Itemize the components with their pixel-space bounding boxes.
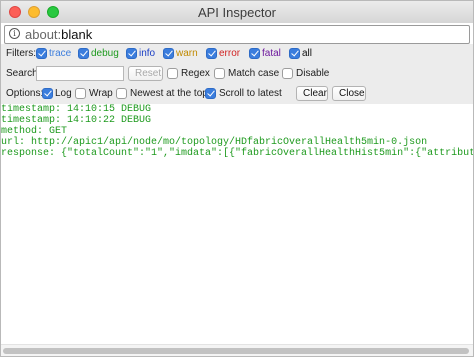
wrap-checkbox[interactable] bbox=[75, 88, 86, 99]
log-line: url: http://apic1/api/node/mo/topology/H… bbox=[1, 137, 428, 148]
horizontal-scrollbar[interactable] bbox=[1, 344, 473, 356]
warn-label: warn bbox=[176, 48, 198, 59]
log-line: method: GET bbox=[1, 126, 68, 137]
disable-checkbox[interactable] bbox=[282, 68, 293, 79]
log-line: response: {"totalCount":"1","imdata":[{"… bbox=[1, 148, 473, 159]
window-title: API Inspector bbox=[197, 5, 277, 20]
scroll-to-latest-label: Scroll to latest bbox=[219, 88, 282, 99]
newest-at-top-label: Newest at the top bbox=[130, 88, 208, 99]
disable-label: Disable bbox=[296, 68, 330, 79]
all-checkbox[interactable] bbox=[289, 48, 300, 59]
all-label: all bbox=[302, 48, 313, 59]
error-checkbox[interactable] bbox=[206, 48, 217, 59]
search-toolbar: Search: Reset Regex Match case Disable bbox=[1, 64, 473, 85]
options-label: Options: bbox=[6, 88, 44, 99]
options-toolbar: Options: Log Wrap Newest at the top Scro… bbox=[1, 84, 473, 105]
filters-toolbar: Filters: trace debug info warn error fat… bbox=[1, 44, 473, 65]
match-case-checkbox[interactable] bbox=[214, 68, 225, 79]
fatal-checkbox[interactable] bbox=[249, 48, 260, 59]
reset-button[interactable]: Reset bbox=[128, 66, 163, 81]
log-label: Log bbox=[55, 88, 72, 99]
close-button[interactable]: Close bbox=[332, 86, 366, 101]
url-scheme: about: bbox=[25, 27, 62, 42]
trace-label: trace bbox=[49, 48, 72, 59]
url-field[interactable]: i about:blank bbox=[4, 25, 470, 44]
url-text: about:blank bbox=[25, 27, 92, 42]
log-line: timestamp: 14:10:15 DEBUG bbox=[1, 104, 152, 115]
api-inspector-window: API Inspector i about:blank Filters: tra… bbox=[0, 0, 474, 357]
url-bar: i about:blank bbox=[1, 23, 473, 46]
info-checkbox[interactable] bbox=[126, 48, 137, 59]
wrap-label: Wrap bbox=[89, 88, 113, 99]
trace-checkbox[interactable] bbox=[36, 48, 47, 59]
title-bar[interactable]: API Inspector bbox=[1, 1, 473, 24]
debug-label: debug bbox=[91, 48, 119, 59]
log-line: timestamp: 14:10:22 DEBUG bbox=[1, 115, 152, 126]
clear-button[interactable]: Clear bbox=[296, 86, 328, 101]
url-page: blank bbox=[61, 27, 93, 42]
debug-checkbox[interactable] bbox=[78, 48, 89, 59]
match-case-label: Match case bbox=[228, 68, 280, 79]
newest-at-top-checkbox[interactable] bbox=[116, 88, 127, 99]
info-label: info bbox=[139, 48, 156, 59]
log-output[interactable]: timestamp: 14:10:15 DEBUG timestamp: 14:… bbox=[1, 104, 473, 340]
scroll-to-latest-checkbox[interactable] bbox=[205, 88, 216, 99]
regex-label: Regex bbox=[181, 68, 210, 79]
search-input[interactable] bbox=[36, 66, 124, 81]
error-label: error bbox=[219, 48, 241, 59]
scrollbar-thumb[interactable] bbox=[3, 348, 469, 354]
warn-checkbox[interactable] bbox=[163, 48, 174, 59]
log-checkbox[interactable] bbox=[42, 88, 53, 99]
fatal-label: fatal bbox=[262, 48, 281, 59]
info-icon[interactable]: i bbox=[9, 28, 20, 39]
filters-label: Filters: bbox=[6, 48, 36, 59]
regex-checkbox[interactable] bbox=[167, 68, 178, 79]
